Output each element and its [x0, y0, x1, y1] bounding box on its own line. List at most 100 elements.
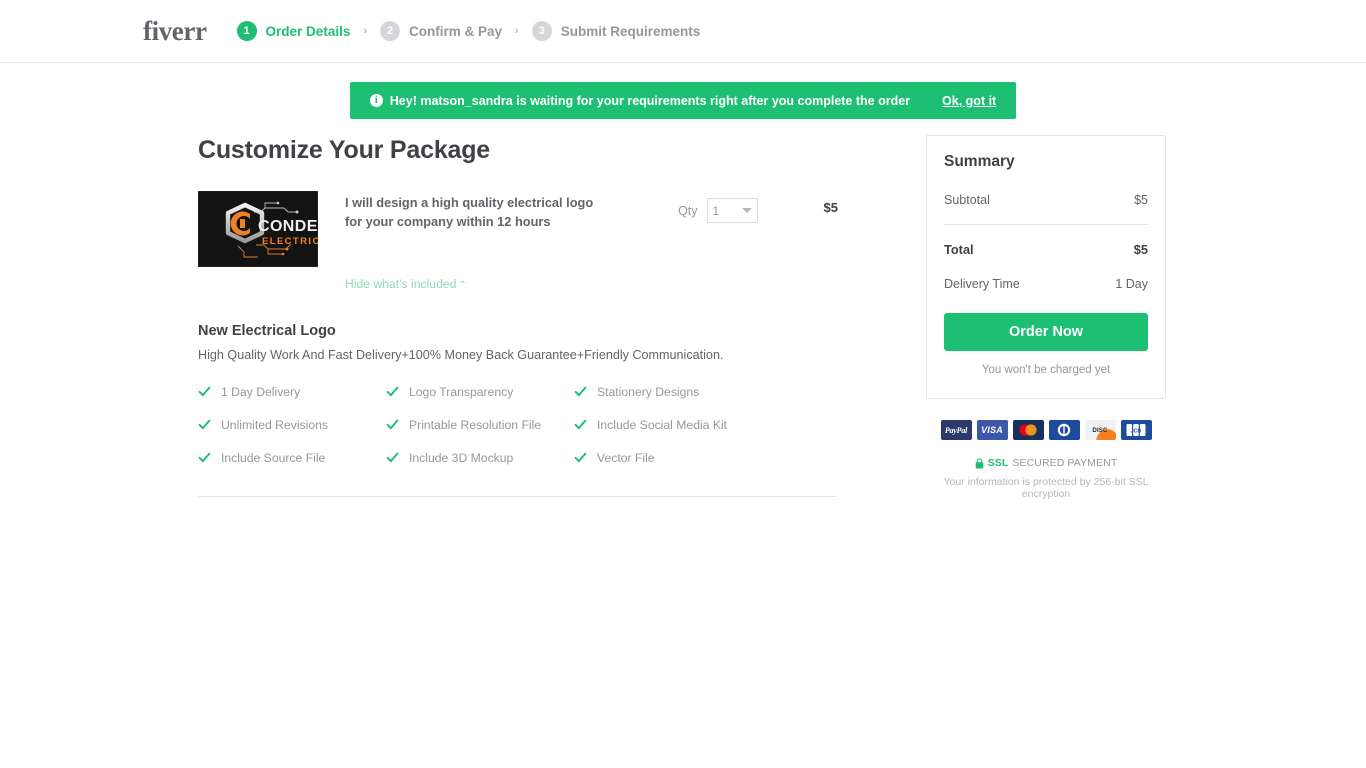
section-divider	[198, 495, 836, 497]
svg-text:ELECTRIC: ELECTRIC	[262, 236, 318, 247]
check-icon	[198, 387, 211, 397]
ssl-label: SSL	[987, 457, 1009, 469]
fiverr-logo[interactable]: fiverr	[143, 17, 207, 45]
charge-note: You won't be charged yet	[981, 364, 1111, 376]
feature-item: 1 Day Delivery	[198, 385, 386, 399]
quantity-label: Qty	[678, 203, 698, 218]
gig-title[interactable]: I will design a high quality electrical …	[345, 194, 613, 232]
step-order-details[interactable]: 1 Order Details	[236, 21, 351, 41]
check-icon	[386, 387, 399, 397]
step-separator-1: ›	[363, 25, 368, 37]
svg-text:JCB: JCB	[1131, 429, 1142, 435]
feature-label: Vector File	[597, 450, 655, 465]
summary-subtotal-row: Subtotal $5	[944, 193, 1148, 207]
summary-card: Summary Subtotal $5 Total $5 Delivery Ti…	[926, 135, 1166, 399]
notice-message: Hey! matson_sandra is waiting for your r…	[389, 93, 911, 108]
secured-payment-label: SECURED PAYMENT	[1012, 457, 1118, 469]
diners-club-icon	[1048, 420, 1080, 440]
step-confirm-pay[interactable]: 2 Confirm & Pay	[380, 21, 502, 41]
notice-banner: i Hey! matson_sandra is waiting for your…	[349, 82, 1017, 119]
feature-label: Include 3D Mockup	[409, 450, 514, 465]
feature-label: Logo Transparency	[409, 384, 514, 399]
check-icon	[574, 453, 587, 463]
jcb-bars-icon: JCB	[1126, 424, 1146, 436]
check-icon	[574, 387, 587, 397]
quantity-select[interactable]: 1	[706, 198, 758, 223]
step-1-label: Order Details	[265, 23, 351, 39]
info-icon: i	[369, 94, 383, 107]
summary-divider	[944, 224, 1148, 225]
paypal-label: PayPal	[944, 425, 968, 435]
gig-details: I will design a high quality electrical …	[345, 191, 613, 293]
check-icon	[386, 420, 399, 430]
gig-price: $5	[823, 200, 838, 215]
feature-item: Include 3D Mockup	[386, 451, 574, 465]
visa-icon: VISA	[976, 420, 1008, 440]
lock-icon	[975, 457, 983, 468]
page-title: Customize Your Package	[198, 136, 490, 164]
order-now-button[interactable]: Order Now	[944, 313, 1148, 351]
check-icon	[198, 420, 211, 430]
checkout-steps: 1 Order Details › 2 Confirm & Pay › 3 Su…	[236, 21, 701, 41]
discover-icon: DISC	[1084, 420, 1116, 440]
delivery-time-label: Delivery Time	[944, 277, 1020, 291]
mastercard-icon	[1012, 420, 1044, 440]
package-name: New Electrical Logo	[198, 322, 336, 339]
main-content: Customize Your Package CONDE ELECTRIC I …	[198, 136, 838, 497]
step-submit-requirements[interactable]: 3 Submit Requirements	[531, 21, 701, 41]
delivery-time-value: 1 Day	[1115, 277, 1148, 291]
feature-item: Stationery Designs	[574, 385, 762, 399]
check-icon	[386, 453, 399, 463]
feature-item: Printable Resolution File	[386, 418, 574, 432]
step-separator-2: ›	[515, 25, 519, 37]
step-2-number: 2	[380, 21, 401, 41]
total-value: $5	[1133, 242, 1148, 257]
page-body: Customize Your Package CONDE ELECTRIC I …	[0, 119, 1366, 500]
chevron-down-icon	[741, 208, 752, 213]
paypal-icon: PayPal	[940, 420, 972, 440]
mastercard-circles-icon	[1019, 424, 1037, 436]
notice-dismiss-link[interactable]: Ok, got it	[942, 94, 996, 108]
check-icon	[574, 420, 587, 430]
step-3-label: Submit Requirements	[560, 23, 701, 39]
conde-electric-logo-icon: CONDE ELECTRIC	[198, 191, 318, 267]
site-header: fiverr 1 Order Details › 2 Confirm & Pay…	[0, 0, 1366, 63]
feature-label: Printable Resolution File	[409, 417, 542, 432]
package-description: High Quality Work And Fast Delivery+100%…	[198, 347, 724, 362]
discover-label: DISC	[1092, 426, 1108, 434]
summary-delivery-row: Delivery Time 1 Day	[944, 277, 1148, 291]
feature-item: Logo Transparency	[386, 385, 574, 399]
subtotal-label: Subtotal	[944, 193, 990, 207]
diners-club-mark-icon	[1057, 423, 1071, 437]
toggle-whats-included-link[interactable]: Hide what's included ⌃	[345, 277, 467, 291]
summary-spacer	[944, 257, 1148, 277]
feature-item: Unlimited Revisions	[198, 418, 386, 432]
summary-total-row: Total $5	[944, 242, 1148, 257]
quantity-block: Qty 1	[678, 191, 758, 223]
visa-label: VISA	[981, 425, 1003, 435]
feature-label: Include Social Media Kit	[597, 417, 728, 432]
order-summary-sidebar: Summary Subtotal $5 Total $5 Delivery Ti…	[926, 135, 1166, 500]
feature-label: 1 Day Delivery	[221, 384, 301, 399]
feature-label: Unlimited Revisions	[221, 417, 329, 432]
subtotal-value: $5	[1134, 193, 1148, 207]
step-2-label: Confirm & Pay	[409, 23, 503, 39]
svg-text:CONDE: CONDE	[258, 218, 318, 235]
check-icon	[198, 453, 211, 463]
step-1-number: 1	[236, 21, 257, 41]
jcb-icon: JCB	[1120, 420, 1152, 440]
payment-methods: PayPal VISA DISC JCB	[926, 420, 1166, 440]
gig-thumbnail[interactable]: CONDE ELECTRIC	[198, 191, 318, 267]
toggle-whats-included-label: Hide what's included	[345, 276, 457, 291]
total-label: Total	[944, 242, 974, 257]
ssl-note: Your information is protected by 256-bit…	[943, 476, 1149, 500]
quantity-value: 1	[712, 203, 720, 218]
summary-title: Summary	[944, 153, 1015, 170]
package-details: New Electrical Logo High Quality Work An…	[198, 323, 838, 497]
feature-item: Include Source File	[198, 451, 386, 465]
feature-item: Vector File	[574, 451, 762, 465]
feature-item: Include Social Media Kit	[574, 418, 762, 432]
feature-label: Include Source File	[221, 450, 326, 465]
ssl-badge: SSL SECURED PAYMENT	[926, 457, 1166, 469]
gig-row: CONDE ELECTRIC I will design a high qual…	[198, 191, 838, 293]
